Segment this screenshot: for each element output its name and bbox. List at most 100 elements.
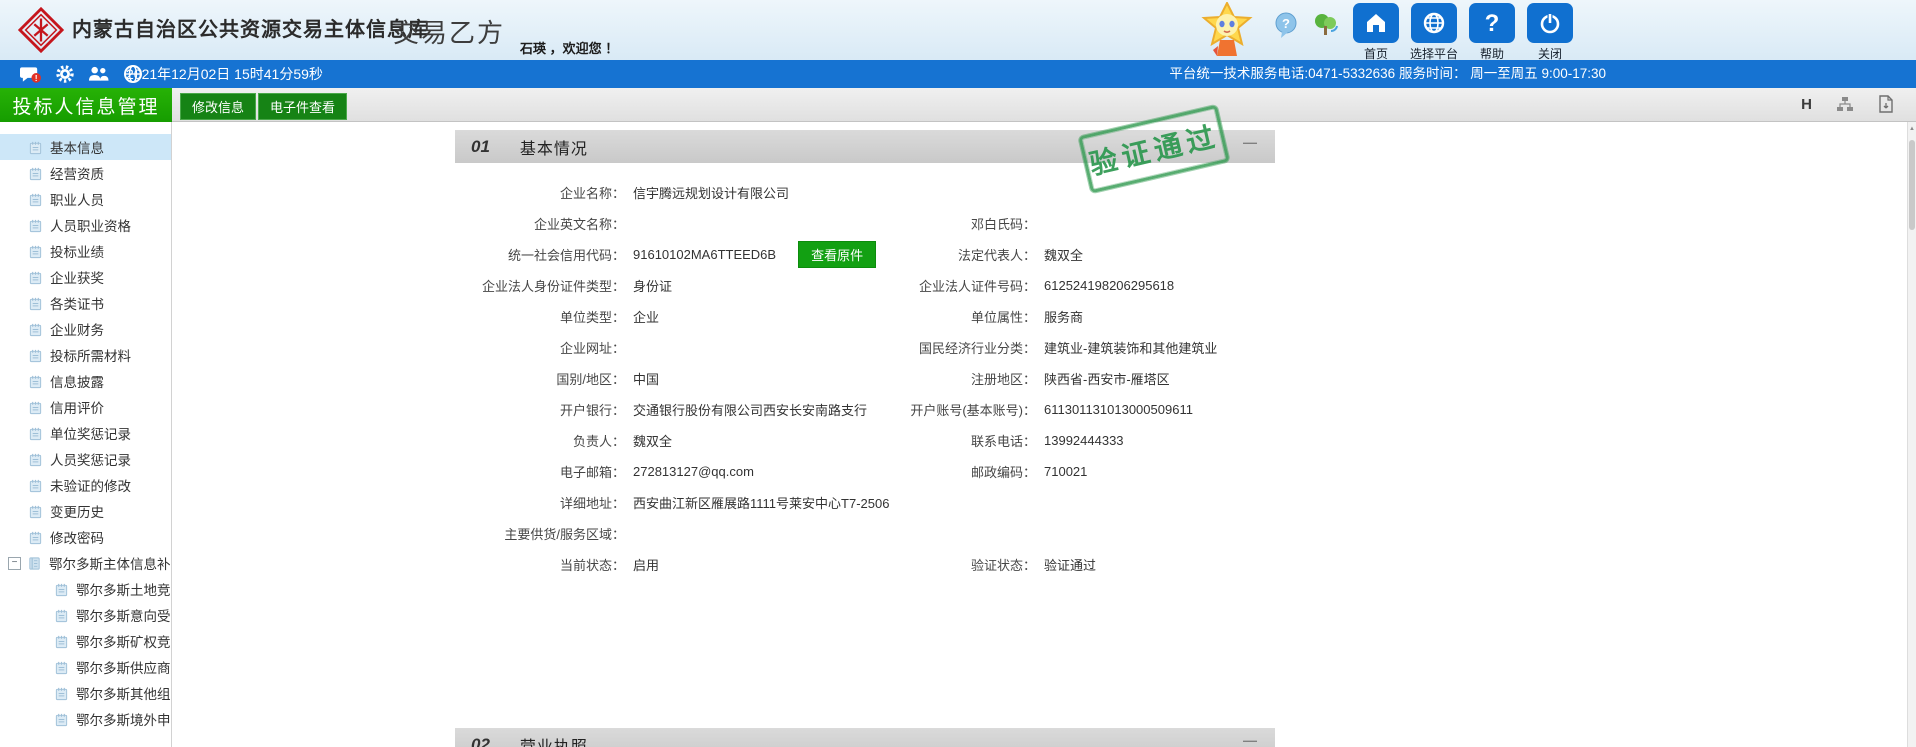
sidebar-item-label: 修改密码: [50, 531, 104, 546]
field-label: 主要供货/服务区域：: [504, 527, 625, 542]
sidebar-item[interactable]: − 基本: [0, 134, 171, 160]
sidebar-item[interactable]: − 鄂尔: [0, 602, 171, 628]
clipboard-icon: [28, 270, 43, 285]
sidebar-item[interactable]: − 企业: [0, 316, 171, 342]
clipboard-icon: [28, 218, 43, 233]
collapse-section-icon[interactable]: —: [1243, 134, 1257, 150]
sidebar-item-label: 未验证的修改: [50, 479, 131, 494]
sidebar-item[interactable]: − 投标: [0, 342, 171, 368]
sidebar-item[interactable]: − 企业: [0, 264, 171, 290]
sidebar-item[interactable]: − 人员: [0, 212, 171, 238]
form-cell-right: 验证状态： 验证通过: [903, 555, 1275, 574]
tree-collapse-icon[interactable]: −: [8, 556, 21, 570]
sidebar-item[interactable]: − 鄂尔: [0, 550, 171, 576]
svg-text:?: ?: [1485, 10, 1500, 36]
service-info-text: 平台统一技术服务电话:0471-5332636 服务时间： 周一至周五 9:00…: [1169, 66, 1606, 81]
platform-globe-icon: [1411, 3, 1457, 43]
h-tool-icon[interactable]: H: [1801, 96, 1812, 113]
sidebar-item-label: 鄂尔多斯意向受让方: [76, 609, 171, 624]
sidebar-item-label: 变更历史: [50, 505, 104, 520]
field-label: 邮政编码：: [970, 465, 1036, 480]
form-row: 企业法人身份证件类型： 身份证 企业法人证件号码： 61252419820629…: [455, 270, 1275, 301]
toolbar-buttons: 修改信息 电子件查看: [180, 93, 348, 120]
users-icon[interactable]: [88, 64, 109, 84]
form-row: 企业名称： 信宇腾远规划设计有限公司: [455, 177, 1275, 208]
header-mini-icons: ?: [1272, 10, 1340, 40]
header: 内蒙古自治区公共资源交易主体信息库 交易乙方 石瑛 ，欢迎您 ！ ? 首页 选择…: [0, 0, 1916, 62]
sidebar-item[interactable]: − 人员: [0, 446, 171, 472]
section-business-license-header: 02 营业执照 —: [455, 728, 1275, 747]
scroll-up-arrow-icon[interactable]: ▲: [1908, 122, 1916, 132]
sidebar-menu: − 基本: [0, 134, 171, 732]
form-cell-right: 企业法人证件号码： 612524198206295618: [903, 276, 1275, 295]
field-value: 建筑业-建筑装饰和其他建筑业: [1044, 341, 1218, 356]
field-value: 身份证: [633, 279, 673, 294]
field-label: 单位类型：: [559, 310, 625, 325]
view-original-button[interactable]: 查看原件: [798, 241, 877, 268]
form-cell-left: 企业英文名称：: [455, 214, 903, 233]
sidebar-item[interactable]: − 变更: [0, 498, 171, 524]
sidebar-item[interactable]: − 职业: [0, 186, 171, 212]
sidebar-item[interactable]: − 鄂尔: [0, 654, 171, 680]
gear-icon[interactable]: [54, 64, 75, 84]
sidebar-item-label: 投标业绩: [50, 245, 104, 260]
field-value: 陕西省-西安市-雁塔区: [1044, 372, 1170, 387]
sidebar-item[interactable]: − 投标: [0, 238, 171, 264]
field-label: 国民经济行业分类：: [918, 341, 1036, 356]
sidebar-item[interactable]: − 信用: [0, 394, 171, 420]
help-bubble-icon[interactable]: ?: [1272, 10, 1302, 40]
eview-button[interactable]: 电子件查看: [258, 93, 348, 120]
scrollbar-thumb[interactable]: [1909, 140, 1915, 230]
vertical-scrollbar[interactable]: ▲: [1907, 122, 1916, 747]
clipboard-icon: [54, 608, 69, 623]
message-icon[interactable]: !: [20, 64, 41, 84]
form-cell-left: 当前状态： 启用: [455, 555, 903, 574]
form-row: 单位类型： 企业 单位属性： 服务商: [455, 301, 1275, 332]
sidebar-item[interactable]: − 鄂尔: [0, 576, 171, 602]
form-cell-right: 邓白氏码：: [903, 214, 1275, 233]
field-label: 国别/地区：: [556, 372, 625, 387]
form-row: 电子邮箱： 272813127@qq.com 邮政编码： 710021: [455, 456, 1275, 487]
clipboard-icon: [28, 348, 43, 363]
home-button[interactable]: 首页: [1352, 3, 1400, 62]
form-row: 当前状态： 启用 验证状态： 验证通过: [455, 549, 1275, 580]
sidebar-item[interactable]: − 鄂尔: [0, 706, 171, 732]
form-cell-left: 企业名称： 信宇腾远规划设计有限公司: [455, 183, 903, 202]
eco-tree-icon[interactable]: [1310, 10, 1340, 40]
field-label: 企业法人证件号码：: [918, 279, 1036, 294]
form-cell-left: 详细地址： 西安曲江新区雁展路1111号莱安中心T7-2506: [455, 493, 903, 512]
export-pdf-icon[interactable]: [1878, 95, 1894, 113]
clipboard-icon: [28, 296, 43, 311]
sidebar-item[interactable]: − 未验: [0, 472, 171, 498]
field-label: 企业网址：: [559, 341, 625, 356]
toolbar-tools: H: [1801, 95, 1894, 113]
section-title: 基本情况: [519, 140, 588, 158]
sidebar-item[interactable]: − 单位: [0, 420, 171, 446]
svg-text:?: ?: [1282, 16, 1290, 31]
welcome-text: 石瑛 ，欢迎您 ！: [520, 41, 619, 56]
edit-info-button[interactable]: 修改信息: [180, 93, 257, 120]
sidebar-item[interactable]: − 各类: [0, 290, 171, 316]
clipboard-icon: [28, 504, 43, 519]
clipboard-icon: [28, 452, 43, 467]
sidebar-item[interactable]: − 信息: [0, 368, 171, 394]
section-number: 02: [471, 734, 490, 747]
select-platform-button[interactable]: 选择平台: [1410, 3, 1458, 62]
sidebar-item[interactable]: − 鄂尔: [0, 628, 171, 654]
clipboard-icon: [28, 400, 43, 415]
sidebar-item[interactable]: − 经营: [0, 160, 171, 186]
field-value: 启用: [633, 558, 660, 573]
field-label: 邓白氏码：: [970, 217, 1036, 232]
form-cell-left: 电子邮箱： 272813127@qq.com: [455, 462, 903, 481]
sitemap-icon[interactable]: [1836, 96, 1854, 113]
sidebar-item-label: 人员职业资格: [50, 219, 131, 234]
help-button[interactable]: ? 帮助: [1468, 3, 1516, 62]
sidebar-item[interactable]: − 鄂尔: [0, 680, 171, 706]
field-label: 当前状态：: [559, 558, 625, 573]
field-label: 统一社会信用代码：: [507, 248, 625, 263]
sidebar-item[interactable]: − 修改: [0, 524, 171, 550]
section-number: 01: [471, 136, 490, 156]
collapse-section-icon[interactable]: —: [1243, 732, 1257, 747]
close-button[interactable]: 关闭: [1526, 3, 1574, 62]
form-cell-left: 国别/地区： 中国: [455, 369, 903, 388]
